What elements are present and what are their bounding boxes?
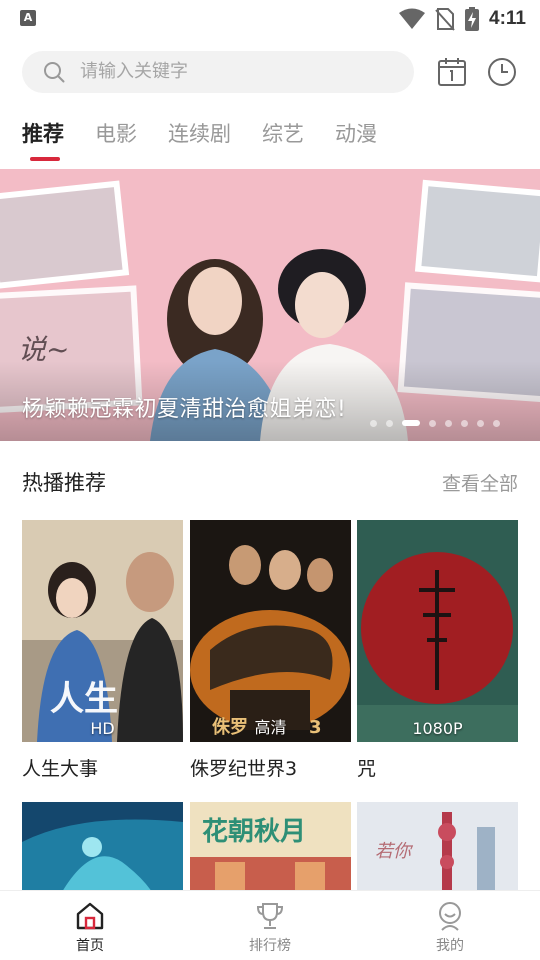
tab-label: 推荐: [22, 122, 64, 146]
carousel-dot-active[interactable]: [402, 420, 420, 426]
battery-charging-icon: [465, 7, 480, 31]
bottom-nav: 首页 排行榜 我的: [0, 890, 540, 960]
nav-label: 我的: [436, 938, 464, 954]
status-bar: A 4:11: [0, 0, 540, 40]
carousel-dot[interactable]: [477, 419, 484, 427]
banner-carousel[interactable]: 说~ 杨颖赖冠霖初夏清甜治愈姐弟恋!: [0, 169, 540, 441]
status-time: 4:11: [489, 8, 526, 29]
media-card[interactable]: 若你: [357, 802, 518, 892]
nav-item-profile[interactable]: 我的: [390, 891, 510, 960]
poster-image: 侏罗 3 高清: [190, 520, 351, 742]
media-card[interactable]: 1080P 咒: [357, 520, 518, 781]
tab-label: 电影: [95, 122, 137, 146]
nav-item-home[interactable]: 首页: [30, 891, 150, 960]
wifi-icon: [399, 8, 426, 29]
nav-label: 首页: [76, 938, 104, 954]
poster-image: 1080P: [357, 520, 518, 742]
poster-image: [22, 802, 183, 892]
tab-label: 综艺: [262, 122, 304, 146]
quality-badge: 1080P: [412, 719, 463, 738]
no-sim-icon: [435, 8, 455, 31]
home-icon: [76, 902, 104, 930]
media-card[interactable]: 花朝秋月: [190, 802, 351, 892]
media-card[interactable]: 人生 HD 人生大事: [22, 520, 183, 781]
see-all-link[interactable]: 查看全部: [442, 469, 518, 496]
search-input[interactable]: [80, 51, 380, 93]
quality-badge: HD: [90, 719, 115, 738]
section-title: 热播推荐: [22, 471, 106, 495]
tab-series[interactable]: 连续剧: [168, 114, 231, 154]
poster-image: 若你: [357, 802, 518, 892]
carousel-dot[interactable]: [386, 419, 393, 427]
search-icon: [44, 62, 65, 83]
tab-active-indicator: [30, 157, 60, 161]
banner-caption: 杨颖赖冠霖初夏清甜治愈姐弟恋!: [22, 397, 347, 422]
svg-text:若你: 若你: [375, 841, 414, 862]
search-bar[interactable]: [22, 51, 414, 93]
poster-image: 花朝秋月: [190, 802, 351, 892]
carousel-dot[interactable]: [370, 419, 377, 427]
nav-label: 排行榜: [249, 938, 291, 954]
carousel-dot[interactable]: [429, 419, 436, 427]
carousel-dot[interactable]: [493, 419, 500, 427]
tab-movies[interactable]: 电影: [95, 114, 137, 154]
svg-text:人生: 人生: [50, 679, 118, 719]
status-badge-text: A: [23, 11, 33, 24]
svg-text:花朝秋月: 花朝秋月: [202, 816, 306, 847]
clock-icon[interactable]: [486, 56, 518, 88]
card-title: 咒: [357, 758, 377, 780]
accessibility-badge-icon: A: [20, 10, 36, 26]
carousel-dot[interactable]: [445, 419, 452, 427]
card-title: 人生大事: [22, 758, 99, 780]
poster-image: 人生 HD: [22, 520, 183, 742]
tab-variety[interactable]: 综艺: [262, 114, 304, 154]
media-card[interactable]: 侏罗 3 高清 侏罗纪世界3: [190, 520, 351, 781]
carousel-dots: [370, 419, 500, 427]
tab-label: 连续剧: [168, 122, 231, 146]
tab-recommend[interactable]: 推荐: [22, 114, 64, 161]
media-card[interactable]: [22, 802, 183, 892]
nav-item-ranking[interactable]: 排行榜: [210, 891, 330, 960]
tab-anime[interactable]: 动漫: [335, 114, 377, 154]
trophy-icon: [256, 903, 284, 929]
status-icons: 4:11: [399, 4, 526, 34]
category-tabs: 推荐 电影 连续剧 综艺 动漫: [22, 114, 408, 164]
quality-badge: 高清: [254, 718, 287, 737]
profile-icon: [439, 902, 461, 931]
tab-label: 动漫: [335, 122, 377, 146]
calendar-icon[interactable]: [436, 56, 468, 88]
carousel-dot[interactable]: [461, 419, 468, 427]
card-title: 侏罗纪世界3: [190, 758, 298, 780]
